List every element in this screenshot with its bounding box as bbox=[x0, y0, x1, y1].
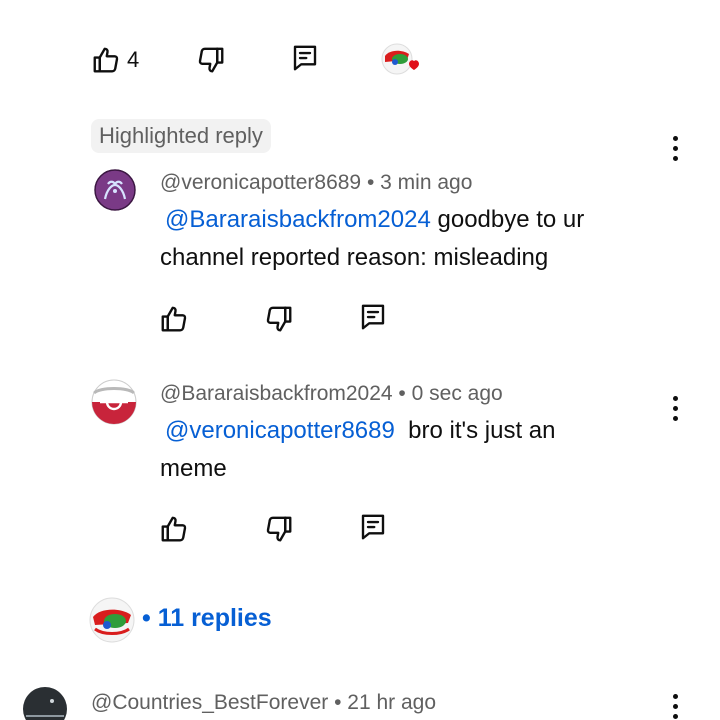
comment-time: 21 hr ago bbox=[347, 691, 437, 714]
more-options-button[interactable] bbox=[660, 686, 690, 720]
dislike-button[interactable] bbox=[261, 511, 297, 547]
more-options-button[interactable] bbox=[660, 128, 690, 168]
meta-separator: • bbox=[361, 171, 381, 194]
dislike-button[interactable] bbox=[193, 42, 229, 78]
thumbs-up-icon bbox=[161, 516, 187, 542]
thumbs-up-icon bbox=[93, 47, 119, 73]
comment-icon bbox=[361, 514, 385, 540]
like-button[interactable] bbox=[156, 511, 192, 547]
thumbs-down-icon bbox=[198, 47, 224, 73]
user-avatar-icon bbox=[91, 379, 137, 425]
comment-icon bbox=[293, 45, 317, 71]
creator-heart-badge bbox=[380, 42, 420, 78]
meta-separator: • bbox=[392, 382, 412, 405]
creator-avatar-icon bbox=[89, 597, 135, 643]
bullet-dot: • bbox=[142, 604, 158, 632]
avatar[interactable] bbox=[22, 686, 68, 720]
meta-separator: • bbox=[328, 691, 348, 714]
avatar[interactable] bbox=[94, 169, 136, 211]
mention-link[interactable]: @veronicapotter8689 bbox=[160, 417, 395, 444]
reply-body: @veronicapotter8689 bro it's just an mem… bbox=[160, 412, 620, 488]
more-vert-icon bbox=[672, 395, 678, 401]
reply-time: 3 min ago bbox=[380, 171, 473, 194]
like-button[interactable] bbox=[156, 301, 192, 337]
reply-body: @Bararaisbackfrom2024 goodbye to ur chan… bbox=[160, 201, 640, 277]
comment-author[interactable]: @Countries_BestForever bbox=[91, 691, 328, 714]
replies-count-label: 11 replies bbox=[157, 604, 272, 632]
thumbs-down-icon bbox=[266, 516, 292, 542]
like-button[interactable] bbox=[88, 42, 124, 78]
more-vert-icon bbox=[672, 693, 678, 699]
reply-meta: @Bararaisbackfrom2024 • 0 sec ago bbox=[160, 382, 503, 406]
dislike-button[interactable] bbox=[261, 301, 297, 337]
thumbs-up-icon bbox=[161, 306, 187, 332]
more-options-button[interactable] bbox=[660, 388, 690, 428]
reply-author[interactable]: @Bararaisbackfrom2024 bbox=[160, 382, 393, 405]
highlighted-reply-badge: Highlighted reply bbox=[91, 119, 271, 153]
mention-link[interactable]: @Bararaisbackfrom2024 bbox=[160, 206, 431, 233]
avatar[interactable] bbox=[91, 379, 137, 425]
reply-button[interactable] bbox=[355, 299, 391, 335]
reply-time: 0 sec ago bbox=[411, 382, 503, 405]
comment-meta: @Countries_BestForever • 21 hr ago bbox=[91, 691, 436, 715]
more-vert-icon bbox=[672, 135, 678, 141]
view-replies-link[interactable]: • 11 replies bbox=[142, 604, 272, 633]
comment-icon bbox=[361, 304, 385, 330]
creator-avatar-icon bbox=[381, 43, 419, 75]
reply-author[interactable]: @veronicapotter8689 bbox=[160, 171, 361, 194]
like-count: 4 bbox=[127, 47, 140, 72]
reply-button[interactable] bbox=[287, 40, 323, 76]
reply-meta: @veronicapotter8689 • 3 min ago bbox=[160, 171, 472, 195]
reply-button[interactable] bbox=[355, 509, 391, 545]
replies-creator-avatar bbox=[89, 597, 135, 643]
thumbs-down-icon bbox=[266, 306, 292, 332]
user-avatar-icon bbox=[23, 687, 67, 720]
user-avatar-icon bbox=[94, 169, 136, 211]
